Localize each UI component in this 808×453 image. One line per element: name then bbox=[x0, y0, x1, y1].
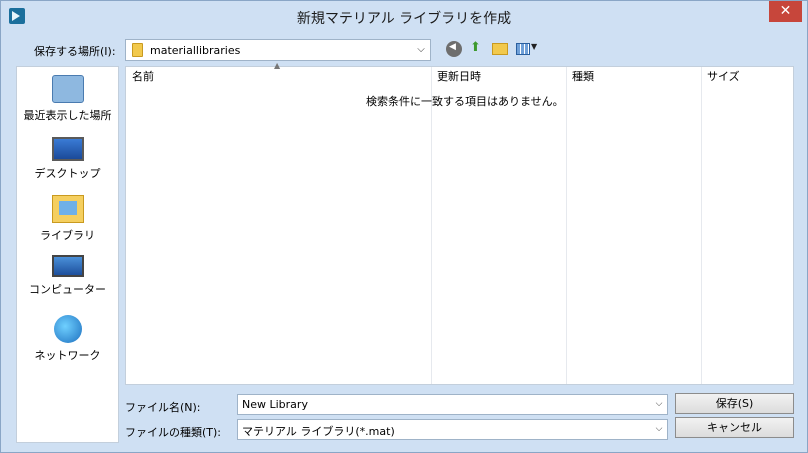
chevron-down-icon[interactable]: ⌵ bbox=[651, 420, 667, 439]
place-label: ライブラリ bbox=[40, 229, 95, 242]
dropdown-arrow-icon: ▼ bbox=[531, 42, 538, 51]
desktop-icon bbox=[51, 137, 84, 161]
filetype-value: マテリアル ライブラリ(*.mat) bbox=[242, 425, 395, 438]
chevron-down-icon[interactable]: ⌵ bbox=[651, 395, 667, 414]
column-separator bbox=[431, 67, 432, 384]
place-label: ネットワーク bbox=[34, 349, 101, 362]
location-value: materiallibraries bbox=[150, 44, 241, 57]
empty-message: 検索条件に一致する項目はありません。 bbox=[366, 95, 564, 108]
place-label: コンピューター bbox=[29, 283, 106, 296]
column-header-name[interactable]: 名前 bbox=[126, 67, 431, 89]
file-list[interactable]: ▲ 名前 更新日時 種類 サイズ 検索条件に一致する項目はありません。 bbox=[125, 61, 794, 385]
save-in-label: 保存する場所(I): bbox=[34, 45, 116, 58]
new-folder-icon[interactable] bbox=[492, 43, 508, 55]
place-label: 最近表示した場所 bbox=[23, 109, 112, 122]
back-icon[interactable] bbox=[446, 41, 462, 57]
place-computer[interactable]: コンピューター bbox=[17, 255, 118, 297]
network-icon bbox=[53, 315, 82, 343]
filetype-label: ファイルの種類(T): bbox=[125, 426, 222, 439]
column-header-size[interactable]: サイズ bbox=[701, 67, 793, 89]
filename-label: ファイル名(N): bbox=[125, 401, 201, 414]
cancel-button[interactable]: キャンセル bbox=[675, 417, 794, 438]
place-network[interactable]: ネットワーク bbox=[17, 315, 118, 363]
library-icon bbox=[51, 195, 84, 223]
folder-icon bbox=[132, 43, 143, 57]
save-button[interactable]: 保存(S) bbox=[675, 393, 794, 414]
window-title: 新規マテリアル ライブラリを作成 bbox=[296, 11, 512, 27]
view-grid-icon bbox=[516, 43, 530, 55]
computer-icon bbox=[51, 255, 84, 277]
filename-value: New Library bbox=[242, 398, 308, 411]
location-dropdown[interactable]: materiallibraries ⌵ bbox=[125, 39, 431, 61]
save-dialog: 新規マテリアル ライブラリを作成 ✕ 保存する場所(I): materialli… bbox=[0, 0, 808, 453]
title-bar: 新規マテリアル ライブラリを作成 ✕ bbox=[1, 1, 807, 32]
place-label: デスクトップ bbox=[34, 167, 101, 180]
place-library[interactable]: ライブラリ bbox=[17, 195, 118, 243]
column-separator bbox=[566, 67, 567, 384]
column-header-modified[interactable]: 更新日時 bbox=[431, 67, 566, 89]
place-recent[interactable]: 最近表示した場所 bbox=[17, 75, 118, 123]
column-separator bbox=[701, 67, 702, 384]
close-button[interactable]: ✕ bbox=[769, 1, 802, 22]
filetype-dropdown[interactable]: マテリアル ライブラリ(*.mat) ⌵ bbox=[237, 419, 668, 440]
recent-places-icon bbox=[51, 75, 84, 103]
place-desktop[interactable]: デスクトップ bbox=[17, 137, 118, 181]
view-menu-icon[interactable]: ▼ bbox=[516, 41, 538, 57]
places-bar: 最近表示した場所 デスクトップ ライブラリ コンピューター ネットワーク bbox=[16, 66, 119, 443]
up-folder-icon[interactable] bbox=[468, 40, 484, 57]
chevron-down-icon[interactable]: ⌵ bbox=[412, 40, 430, 60]
column-header-type[interactable]: 種類 bbox=[566, 67, 701, 89]
filename-input[interactable]: New Library ⌵ bbox=[237, 394, 668, 415]
